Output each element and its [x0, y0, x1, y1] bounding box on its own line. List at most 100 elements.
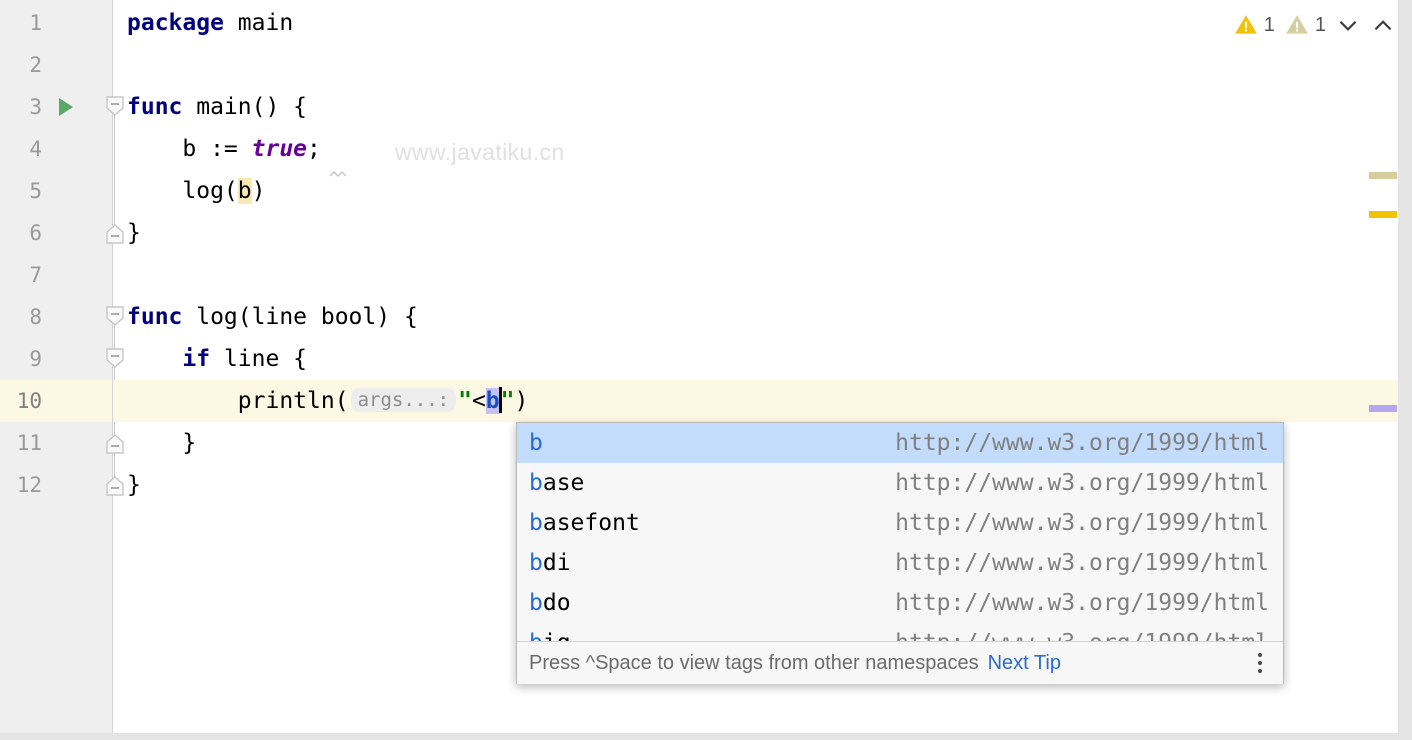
gutter-line-7[interactable]: 7 — [0, 254, 112, 296]
window-bottom-edge — [0, 733, 1412, 740]
run-gutter-icon[interactable] — [59, 98, 73, 116]
completion-item-label: base — [529, 470, 585, 496]
ide-editor-window: 1 2 3 4 5 6 7 8 9 10 11 12 package main … — [0, 0, 1412, 740]
warning-marker[interactable] — [1369, 211, 1397, 218]
gutter-line-8[interactable]: 8 — [0, 296, 112, 338]
line-number-gutter: 1 2 3 4 5 6 7 8 9 10 11 12 — [0, 0, 113, 733]
code-line-6[interactable]: } — [127, 212, 141, 254]
code-line-9[interactable]: if line { — [127, 338, 307, 380]
tag-open-bracket: < — [471, 388, 486, 414]
gutter-line-12[interactable]: 12 — [0, 464, 112, 506]
completion-item[interactable]: big http://www.w3.org/1999/html — [517, 623, 1283, 641]
code-completion-popup[interactable]: b http://www.w3.org/1999/html base http://w… — [516, 422, 1284, 684]
kebab-dot — [1258, 653, 1262, 657]
warning-indicator[interactable]: 1 — [1233, 12, 1275, 38]
code-token: func — [127, 94, 183, 120]
text-caret — [498, 387, 502, 413]
weak-warning-count: 1 — [1314, 13, 1326, 36]
completion-item-label: bdo — [529, 590, 571, 616]
completion-item-label: b — [529, 430, 543, 456]
code-token: func — [127, 304, 183, 330]
next-tip-link[interactable]: Next Tip — [988, 652, 1061, 675]
code-token: ) — [251, 178, 266, 204]
completion-item-label: basefont — [529, 510, 640, 536]
code-token: ; — [307, 136, 321, 162]
gutter-line-4[interactable]: 4 — [0, 128, 112, 170]
code-line-5[interactable]: log(b) — [127, 170, 266, 212]
gutter-line-2[interactable]: 2 — [0, 44, 112, 86]
code-token: line { — [210, 346, 308, 372]
warning-count: 1 — [1263, 13, 1275, 36]
warning-triangle-icon — [1234, 15, 1257, 34]
println-call-text: println( — [127, 388, 349, 414]
line-number: 7 — [29, 263, 42, 287]
code-token: true — [251, 136, 308, 162]
error-stripe-marker-bar[interactable] — [1369, 0, 1412, 733]
string-quote-close: " — [500, 388, 515, 414]
completion-item[interactable]: b http://www.w3.org/1999/html — [517, 423, 1283, 463]
code-token: } — [127, 220, 141, 246]
caret-marker[interactable] — [1369, 405, 1397, 412]
marker-track[interactable] — [1398, 0, 1412, 733]
chevron-down-icon[interactable] — [1335, 12, 1361, 38]
code-token: b — [237, 178, 252, 204]
completion-item[interactable]: bdi http://www.w3.org/1999/html — [517, 543, 1283, 583]
gutter-line-9[interactable]: 9 — [0, 338, 112, 380]
code-line-3[interactable]: func main() { — [127, 86, 307, 128]
completion-item-label: big — [529, 630, 571, 641]
weak-warning-indicator[interactable]: 1 — [1284, 12, 1326, 38]
completion-popup-footer: Press ^Space to view tags from other nam… — [517, 642, 1283, 684]
line-number: 8 — [29, 305, 42, 329]
completion-item-namespace: http://www.w3.org/1999/html — [895, 470, 1269, 496]
completion-item-list[interactable]: b http://www.w3.org/1999/html base http://w… — [517, 423, 1283, 641]
code-token: } — [127, 472, 141, 498]
gutter-line-10[interactable]: 10 — [0, 380, 112, 422]
code-token: } — [127, 430, 197, 456]
matched-prefix: b — [529, 470, 543, 496]
line-number: 2 — [29, 53, 42, 77]
code-line-1[interactable]: package main — [127, 2, 293, 44]
line-number: 3 — [29, 95, 42, 119]
completion-item[interactable]: base http://www.w3.org/1999/html — [517, 463, 1283, 503]
line-number: 6 — [29, 221, 42, 245]
code-line-10[interactable]: println(args...: " < b ") — [127, 380, 528, 422]
line-number: 1 — [29, 11, 42, 35]
gutter-line-11[interactable]: 11 — [0, 422, 112, 464]
gutter-line-1[interactable]: 1 — [0, 2, 112, 44]
close-paren: ) — [514, 388, 529, 414]
matched-prefix: b — [529, 630, 543, 641]
matched-prefix: b — [529, 510, 543, 536]
line-number: 11 — [16, 431, 42, 455]
completion-item-label: bdi — [529, 550, 571, 576]
weak-warning-triangle-icon — [1286, 15, 1308, 34]
completion-item[interactable]: basefont http://www.w3.org/1999/html — [517, 503, 1283, 543]
kebab-menu-icon[interactable] — [1249, 650, 1271, 676]
code-token: log( — [127, 178, 238, 204]
string-quote-open: " — [458, 388, 472, 414]
code-line-8[interactable]: func log(line bool) { — [127, 296, 418, 338]
line-number: 4 — [29, 137, 42, 161]
code-token: b := — [127, 136, 252, 162]
site-watermark: www.javatiku.cn — [395, 139, 565, 165]
matched-prefix: b — [529, 590, 543, 616]
completion-hint-text: Press ^Space to view tags from other nam… — [529, 651, 979, 674]
line-number: 5 — [29, 179, 42, 203]
line-number: 10 — [16, 389, 42, 413]
inspection-widget: 1 1 — [1233, 12, 1396, 38]
completion-item-namespace: http://www.w3.org/1999/html — [895, 510, 1269, 536]
completion-item[interactable]: bdo http://www.w3.org/1999/html — [517, 583, 1283, 623]
kebab-dot — [1258, 661, 1262, 665]
gutter-line-5[interactable]: 5 — [0, 170, 112, 212]
code-line-11[interactable]: } — [127, 422, 196, 464]
completion-item-namespace: http://www.w3.org/1999/html — [895, 590, 1269, 616]
code-token: if — [182, 346, 211, 372]
line-number: 12 — [16, 473, 42, 497]
completion-item-namespace: http://www.w3.org/1999/html — [895, 550, 1269, 576]
weak-warning-marker[interactable] — [1369, 172, 1397, 179]
gutter-line-3[interactable]: 3 — [0, 86, 112, 128]
gutter-line-6[interactable]: 6 — [0, 212, 112, 254]
typed-prefix: b — [485, 388, 500, 414]
parameter-inlay-hint[interactable]: args...: — [350, 388, 457, 412]
code-line-4[interactable]: b := true; — [127, 128, 321, 170]
code-line-12[interactable]: } — [127, 464, 141, 506]
